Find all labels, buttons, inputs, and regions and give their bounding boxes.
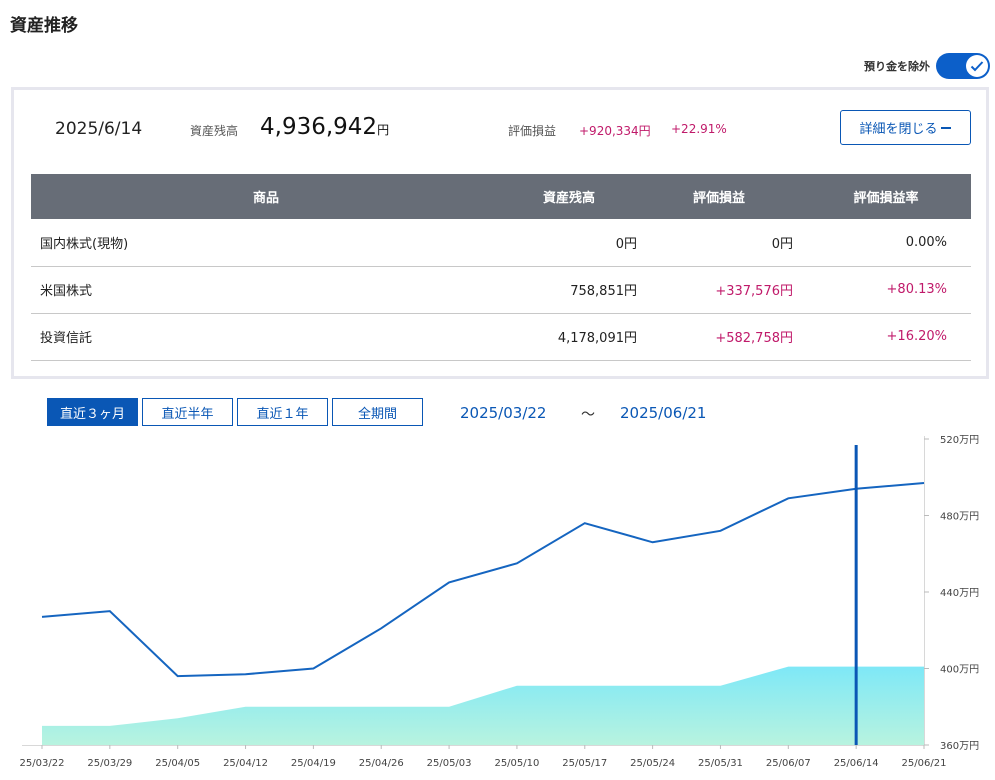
close-detail-button[interactable]: 詳細を閉じる [840, 110, 971, 145]
range-6-months-button[interactable]: 直近半年 [142, 398, 233, 426]
x-tick-label: 25/03/22 [20, 758, 65, 769]
header-pl-rate: 評価損益率 [801, 174, 971, 219]
page-title: 資産推移 [10, 16, 78, 36]
header-pl: 評価損益 [637, 174, 801, 219]
holdings-table: 商品 資産残高 評価損益 評価損益率 国内株式(現物) 0円 0円 0.00% … [31, 174, 971, 361]
y-tick-label: 480万円 [940, 512, 979, 523]
exclude-deposit-toggle-group: 預り金を除外 [864, 53, 990, 79]
range-3-months-button[interactable]: 直近３ヶ月 [47, 398, 138, 426]
x-tick-label: 25/06/21 [902, 758, 947, 769]
x-tick-label: 25/04/26 [359, 758, 404, 769]
pl-label: 評価損益 [508, 124, 557, 138]
x-tick-label: 25/05/24 [630, 758, 675, 769]
minus-icon [940, 126, 951, 129]
summary-date: 2025/6/14 [55, 119, 143, 139]
x-tick-label: 25/04/05 [155, 758, 200, 769]
x-tick-label: 25/04/12 [223, 758, 268, 769]
balance-label: 資産残高 [190, 124, 239, 138]
y-tick-label: 440万円 [940, 588, 979, 599]
range-from-date[interactable]: 2025/03/22 [460, 404, 546, 422]
y-tick-label: 400万円 [940, 665, 979, 676]
row-pl: +337,576円 [637, 266, 801, 314]
exclude-deposit-label: 預り金を除外 [864, 60, 930, 73]
holdings-header-row: 商品 資産残高 評価損益 評価損益率 [31, 174, 971, 219]
balance-value: 4,936,942円 [260, 114, 389, 140]
asset-line [41, 481, 925, 678]
x-tick-label: 25/05/31 [698, 758, 743, 769]
row-balance: 0円 [501, 219, 637, 267]
row-pl-rate: +80.13% [801, 266, 971, 314]
row-pl: 0円 [637, 219, 801, 267]
check-icon [966, 55, 988, 77]
exclude-deposit-toggle[interactable] [936, 53, 990, 79]
row-pl: +582,758円 [637, 313, 801, 361]
x-tick-label: 25/03/29 [87, 758, 132, 769]
row-balance: 758,851円 [501, 266, 637, 314]
table-row: 投資信託 4,178,091円 +582,758円 +16.20% [31, 313, 971, 361]
x-tick-label: 25/05/03 [427, 758, 472, 769]
close-detail-label: 詳細を閉じる [859, 122, 938, 137]
y-tick-label: 520万円 [940, 435, 979, 446]
x-tick-label: 25/06/14 [834, 758, 879, 769]
table-row: 国内株式(現物) 0円 0円 0.00% [31, 219, 971, 267]
x-tick-label: 25/05/10 [494, 758, 539, 769]
pl-percent: +22.91% [671, 122, 727, 136]
deposit-area [42, 666, 924, 745]
summary-panel: 2025/6/14 資産残高 4,936,942円 評価損益 +920,334円… [11, 87, 989, 379]
range-1-year-button[interactable]: 直近１年 [237, 398, 328, 426]
balance-amount: 4,936,942 [260, 114, 378, 140]
x-tick-label: 25/04/19 [291, 758, 336, 769]
row-name: 国内株式(現物) [31, 219, 501, 267]
row-pl-rate: +16.20% [801, 313, 971, 361]
header-balance: 資産残高 [501, 174, 637, 219]
table-row: 米国株式 758,851円 +337,576円 +80.13% [31, 266, 971, 314]
range-button-group: 直近３ヶ月 直近半年 直近１年 全期間 [47, 398, 423, 426]
asset-chart[interactable]: 25/03/22 25/03/29 25/04/05 25/04/12 25/04/19… [0, 430, 995, 780]
x-tick-label: 25/05/17 [562, 758, 607, 769]
y-tick-label: 360万円 [940, 741, 979, 752]
range-to-date[interactable]: 2025/06/21 [620, 404, 706, 422]
range-all-button[interactable]: 全期間 [332, 398, 423, 426]
row-name: 投資信託 [31, 313, 501, 361]
range-separator: ～ [581, 407, 595, 423]
balance-unit: 円 [377, 123, 390, 137]
header-product: 商品 [31, 174, 501, 219]
row-balance: 4,178,091円 [501, 313, 637, 361]
x-tick-label: 25/06/07 [766, 758, 811, 769]
row-pl-rate: 0.00% [801, 219, 971, 267]
pl-amount: +920,334円 [579, 124, 651, 138]
row-name: 米国株式 [31, 266, 501, 314]
